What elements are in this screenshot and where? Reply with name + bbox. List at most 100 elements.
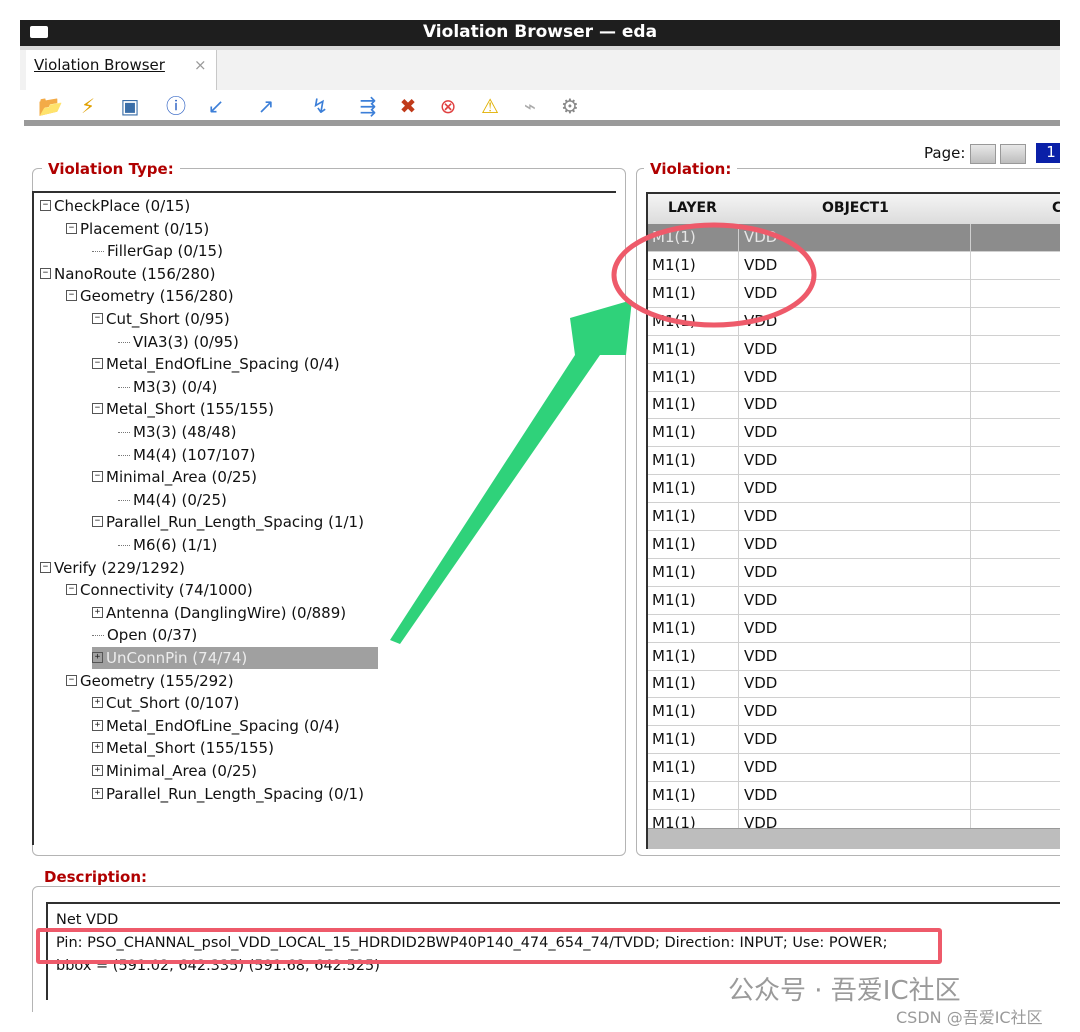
cell-layer: M1(1)	[652, 590, 696, 609]
current-page[interactable]: 1	[1036, 143, 1060, 163]
tree-node[interactable]: − Geometry (155/292)	[66, 670, 234, 692]
info-icon[interactable]: ⓘ	[164, 94, 188, 118]
table-row[interactable]: M1(1) VDD	[648, 615, 1060, 643]
expand-icon[interactable]: +	[92, 606, 103, 618]
column-header-object1[interactable]: OBJECT1	[822, 200, 889, 216]
tree-node[interactable]: FillerGap (0/15)	[92, 240, 223, 262]
cell-object1: VDD	[744, 479, 778, 498]
tree-node[interactable]: − Metal_EndOfLine_Spacing (0/4)	[92, 353, 340, 375]
tree-node[interactable]: + Metal_EndOfLine_Spacing (0/4)	[92, 715, 340, 737]
first-page-button[interactable]	[970, 144, 996, 164]
tree-node[interactable]: − Parallel_Run_Length_Spacing (1/1)	[92, 511, 364, 533]
collapse-icon[interactable]: −	[66, 222, 77, 234]
table-row[interactable]: M1(1) VDD	[648, 754, 1060, 783]
collapse-icon[interactable]: −	[66, 674, 77, 686]
table-row[interactable]: M1(1) VDD	[648, 587, 1060, 615]
tree-node[interactable]: + Cut_Short (0/107)	[92, 692, 239, 714]
tree-node[interactable]: − Connectivity (74/1000)	[66, 579, 253, 601]
next-violation-icon[interactable]: ↗	[254, 94, 278, 118]
tree-leaf-connector	[118, 545, 130, 546]
tree-node[interactable]: + Antenna (DanglingWire) (0/889)	[92, 602, 346, 624]
expand-icon[interactable]: +	[92, 742, 103, 754]
tree-node[interactable]: M6(6) (1/1)	[118, 534, 217, 556]
tree-node[interactable]: + Parallel_Run_Length_Spacing (0/1)	[92, 783, 364, 805]
warning-icon[interactable]: ⚠	[478, 94, 502, 118]
table-row[interactable]: M1(1) VDD	[648, 643, 1060, 671]
tree-node[interactable]: + UnConnPin (74/74)	[92, 647, 378, 669]
collapse-icon[interactable]: −	[66, 290, 77, 302]
tree-node[interactable]: − CheckPlace (0/15)	[40, 195, 190, 217]
tree-node[interactable]: + Metal_Short (155/155)	[92, 737, 274, 759]
expand-icon[interactable]: +	[92, 719, 103, 731]
table-row[interactable]: M1(1) VDD	[648, 308, 1060, 336]
tab-violation-browser[interactable]: Violation Browser ×	[26, 50, 217, 90]
table-row[interactable]: M1(1) VDD	[648, 447, 1060, 476]
collapse-icon[interactable]: −	[40, 561, 51, 573]
stop-icon[interactable]: ⊗	[436, 94, 460, 118]
table-row[interactable]: M1(1) VDD	[648, 280, 1060, 308]
horizontal-scrollbar[interactable]	[648, 828, 1060, 849]
tree-node[interactable]: − Metal_Short (155/155)	[92, 398, 274, 420]
table-row[interactable]: M1(1) VDD	[648, 391, 1060, 420]
tree-node[interactable]: − NanoRoute (156/280)	[40, 263, 215, 285]
expand-icon[interactable]: +	[92, 697, 103, 709]
collapse-icon[interactable]: −	[92, 403, 103, 415]
table-row[interactable]: M1(1) VDD	[648, 698, 1060, 727]
tree-node-label: Metal_Short (155/155)	[106, 400, 274, 419]
tree-node[interactable]: − Verify (229/1292)	[40, 557, 185, 579]
highlight-violation-icon[interactable]: ⚡	[76, 94, 100, 118]
table-row[interactable]: M1(1) VDD	[648, 782, 1060, 810]
table-row[interactable]: M1(1) VDD	[648, 364, 1060, 392]
delete-violation-icon[interactable]: ↯	[308, 94, 332, 118]
expand-icon[interactable]: +	[92, 652, 103, 663]
zoom-fit-icon[interactable]: ▣	[118, 94, 142, 118]
expand-icon[interactable]: +	[92, 787, 103, 799]
prev-violation-icon[interactable]: ↙	[204, 94, 228, 118]
table-row[interactable]: M1(1) VDD	[648, 336, 1060, 364]
tree-node-label: Connectivity (74/1000)	[80, 581, 253, 600]
tree-node[interactable]: M3(3) (0/4)	[118, 376, 217, 398]
table-row[interactable]: M1(1) VDD	[648, 670, 1060, 699]
tree-node[interactable]: − Minimal_Area (0/25)	[92, 466, 257, 488]
tree-node-label: VIA3(3) (0/95)	[133, 332, 239, 351]
multi-select-icon[interactable]: ⇶	[356, 94, 380, 118]
table-row[interactable]: M1(1) VDD	[648, 252, 1060, 280]
tree-node[interactable]: M4(4) (0/25)	[118, 489, 227, 511]
open-folder-icon[interactable]: 📂	[38, 94, 63, 118]
tree-node[interactable]: + Minimal_Area (0/25)	[92, 760, 257, 782]
tree-node[interactable]: − Placement (0/15)	[66, 218, 209, 240]
cell-object1: VDD	[744, 395, 778, 414]
table-header: LAYER OBJECT1 C	[648, 194, 1060, 225]
table-row[interactable]: M1(1) VDD	[648, 503, 1060, 531]
column-header-layer[interactable]: LAYER	[668, 200, 717, 216]
table-row[interactable]: M1(1) VDD	[648, 419, 1060, 448]
collapse-icon[interactable]: −	[40, 267, 51, 279]
collapse-icon[interactable]: −	[92, 516, 103, 528]
collapse-icon[interactable]: −	[92, 471, 103, 483]
table-row[interactable]: M1(1) VDD	[648, 224, 1060, 252]
column-header-next[interactable]: C	[1052, 200, 1060, 216]
collapse-icon[interactable]: −	[92, 313, 103, 324]
cell-object1: VDD	[744, 590, 778, 609]
table-row[interactable]: M1(1) VDD	[648, 559, 1060, 587]
collapse-icon[interactable]: −	[40, 200, 51, 211]
tree-node[interactable]: Open (0/37)	[92, 624, 197, 646]
tree-node-label: M3(3) (48/48)	[133, 423, 237, 441]
table-row[interactable]: M1(1) VDD	[648, 531, 1060, 559]
collapse-icon[interactable]: −	[92, 358, 103, 370]
expand-icon[interactable]: +	[92, 765, 103, 776]
close-icon[interactable]: ×	[194, 56, 207, 74]
cell-object1: VDD	[744, 311, 778, 330]
tree-node[interactable]: M4(4) (107/107)	[118, 444, 256, 466]
plug-icon[interactable]: ⌁	[518, 94, 542, 118]
tree-node[interactable]: M3(3) (48/48)	[118, 421, 236, 443]
prev-page-button[interactable]	[1000, 144, 1026, 164]
clear-icon[interactable]: ✖	[396, 94, 420, 118]
tree-node[interactable]: VIA3(3) (0/95)	[118, 331, 239, 353]
tree-node[interactable]: − Cut_Short (0/95)	[92, 308, 230, 330]
tree-node[interactable]: − Geometry (156/280)	[66, 285, 234, 307]
collapse-icon[interactable]: −	[66, 584, 77, 596]
table-row[interactable]: M1(1) VDD	[648, 475, 1060, 504]
settings-gear-icon[interactable]: ⚙	[558, 94, 582, 118]
table-row[interactable]: M1(1) VDD	[648, 726, 1060, 755]
